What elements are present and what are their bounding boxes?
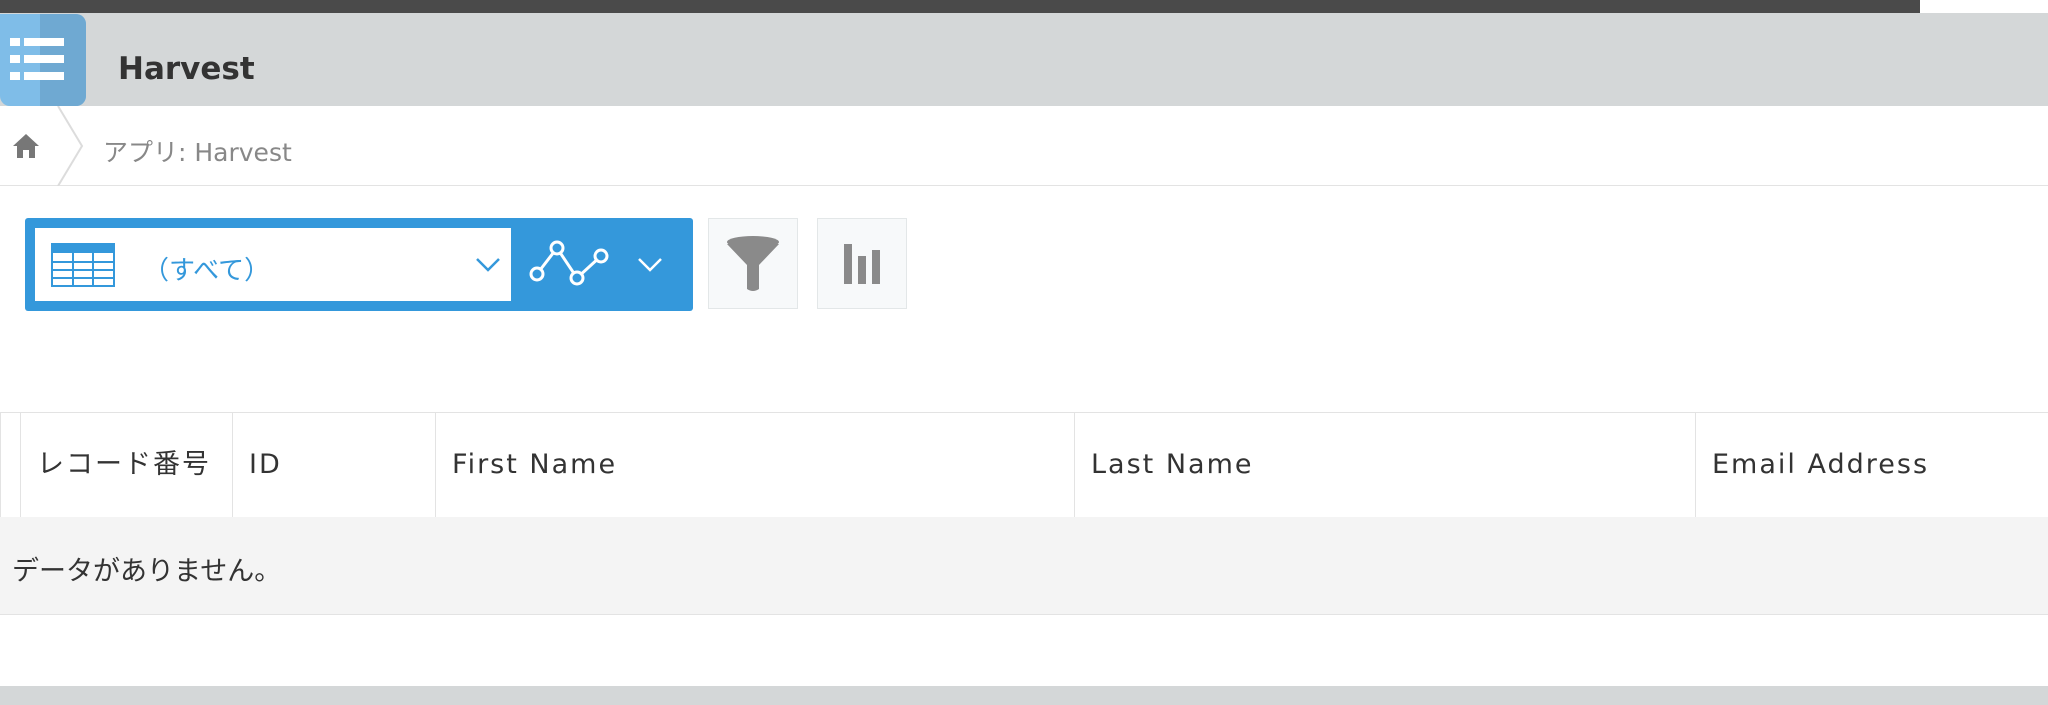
chevron-down-icon[interactable]: [475, 256, 501, 278]
bar-chart-icon: [844, 243, 880, 284]
window-top-bar: [0, 0, 1920, 13]
column-header-id[interactable]: ID: [232, 413, 435, 517]
column-header-last-name[interactable]: Last Name: [1074, 413, 1695, 517]
list-icon[interactable]: [0, 14, 86, 106]
view-selector-group: （すべて）: [25, 218, 693, 311]
breadcrumb: アプリ: Harvest: [0, 105, 2048, 187]
funnel-icon: [727, 235, 779, 291]
footer-bar: [0, 686, 2048, 705]
filter-button[interactable]: [708, 218, 798, 309]
table-icon: [51, 243, 115, 291]
chevron-down-icon[interactable]: [637, 256, 663, 278]
home-icon[interactable]: [12, 132, 40, 164]
table-empty-row: データがありません。: [0, 517, 2048, 615]
graph-button[interactable]: [817, 218, 907, 309]
app-header: Harvest: [0, 13, 2048, 106]
line-graph-icon[interactable]: [529, 238, 609, 294]
breadcrumb-app-link[interactable]: アプリ: Harvest: [103, 133, 292, 169]
column-header-record-number[interactable]: レコード番号: [20, 413, 232, 517]
column-header-first-name[interactable]: First Name: [435, 413, 1074, 517]
view-selected-label: （すべて）: [143, 256, 271, 286]
breadcrumb-separator: [56, 105, 86, 190]
view-select-dropdown[interactable]: （すべて）: [35, 228, 511, 301]
empty-message: データがありません。: [12, 556, 282, 587]
column-header-spacer: [0, 413, 20, 517]
app-title: Harvest: [118, 51, 255, 87]
column-header-email-address[interactable]: Email Address: [1695, 413, 2048, 517]
table-header: レコード番号 ID First Name Last Name Email Add…: [0, 412, 2048, 518]
